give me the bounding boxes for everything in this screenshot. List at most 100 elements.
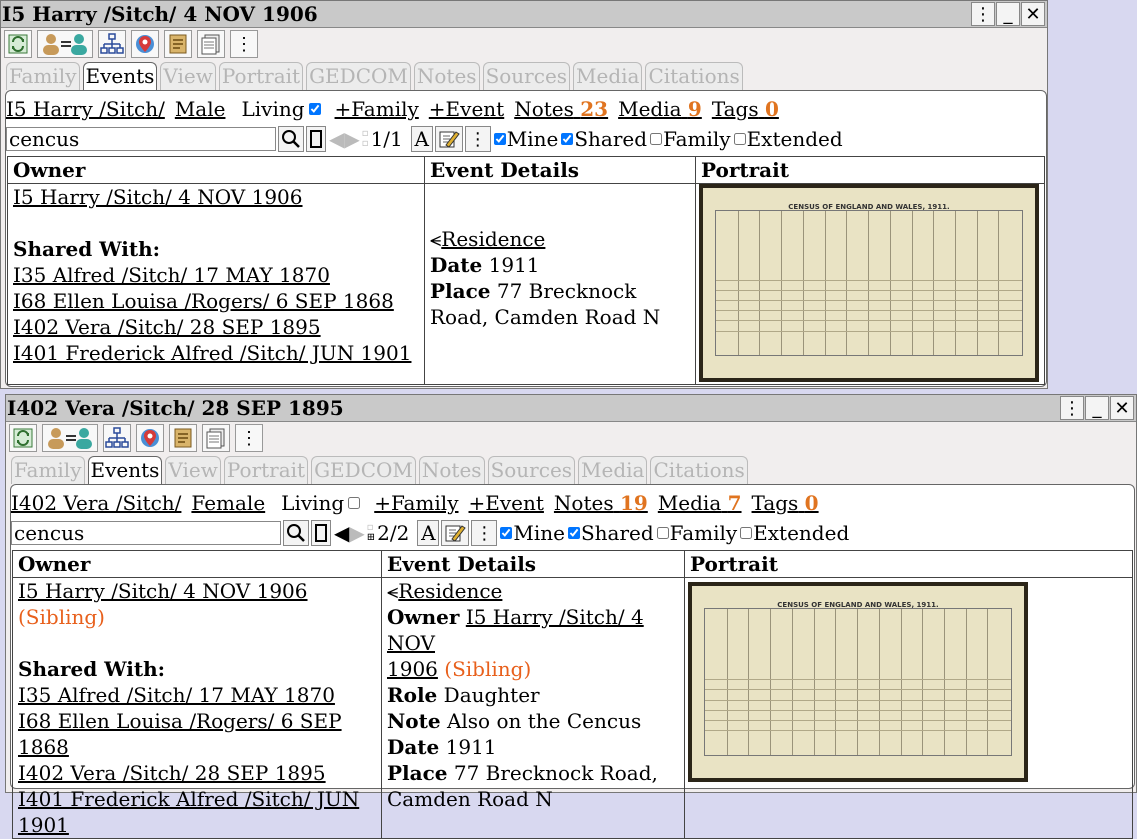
swap-people-icon[interactable] [42,424,98,452]
shared-person-link[interactable]: I35 Alfred /Sitch/ 17 MAY 1870 [18,683,335,707]
shared-person-link[interactable]: I402 Vera /Sitch/ 28 SEP 1895 [18,761,326,785]
extended-checkbox[interactable] [733,133,746,145]
refresh-icon[interactable] [4,30,32,58]
extended-checkbox[interactable] [740,527,753,539]
edit-icon[interactable] [441,520,470,546]
shared-checkbox[interactable] [567,527,580,539]
documents-icon[interactable] [197,30,225,58]
event-type-link[interactable]: Residence [398,579,502,603]
sex-link[interactable]: Female [191,491,265,515]
shared-person-link[interactable]: I401 Frederick Alfred /Sitch/ JUN 1901 [18,787,359,837]
tab-media[interactable]: Media [573,62,643,90]
tab-view[interactable]: View [165,456,221,484]
owner-link[interactable]: I5 Harry /Sitch/ 4 NOV 1906 [13,185,303,209]
search-input[interactable] [11,521,281,545]
shared-person-link[interactable]: I402 Vera /Sitch/ 28 SEP 1895 [13,315,321,339]
living-checkbox[interactable] [308,103,321,115]
notes-scroll-icon[interactable] [169,424,197,452]
tab-gedcom[interactable]: GEDCOM [306,62,411,90]
tab-sources[interactable]: Sources [482,62,571,90]
add-family-link[interactable]: +Family [335,97,419,121]
family-checkbox[interactable] [650,133,663,145]
tags-link[interactable]: Tags 0 [752,491,819,515]
notes-link[interactable]: Notes 23 [514,97,608,121]
stepper-icon[interactable]: ▫ ▫ [362,129,369,149]
event-owner-year-link[interactable]: 1906 [387,657,438,681]
toggle-view-icon[interactable] [306,126,326,152]
tab-portrait[interactable]: Portrait [218,62,304,90]
more-menu-icon[interactable]: ⋮ [235,424,263,452]
documents-icon[interactable] [202,424,230,452]
tags-link[interactable]: Tags 0 [712,97,779,121]
tab-notes[interactable]: Notes [413,62,480,90]
font-button[interactable]: A [410,126,433,152]
filter-shared[interactable]: Shared [561,127,647,151]
font-button[interactable]: A [417,520,440,546]
window-titlebar[interactable]: I5 Harry /Sitch/ 4 NOV 1906 ⋮ _ ✕ [1,1,1047,28]
tab-citations[interactable]: Citations [650,456,748,484]
more-menu-icon[interactable]: ⋮ [230,30,258,58]
tab-notes[interactable]: Notes [418,456,485,484]
tab-sources[interactable]: Sources [487,456,576,484]
tab-media[interactable]: Media [578,456,648,484]
filter-family[interactable]: Family [656,521,737,545]
tab-citations[interactable]: Citations [645,62,743,90]
prev-icon[interactable]: ◀ [334,521,349,545]
filter-mine[interactable]: Mine [500,521,565,545]
tab-view[interactable]: View [160,62,216,90]
tab-portrait[interactable]: Portrait [223,456,309,484]
next-icon[interactable]: ▶ [349,521,364,545]
map-pin-icon[interactable] [136,424,164,452]
close-button[interactable]: ✕ [1021,2,1045,26]
tab-family[interactable]: Family [6,62,80,90]
owner-link[interactable]: I5 Harry /Sitch/ 4 NOV 1906 [18,579,308,603]
media-link[interactable]: Media 7 [658,491,742,515]
shared-person-link[interactable]: I68 Ellen Louisa /Rogers/ 6 SEP 1868 [13,289,394,313]
search-input[interactable] [6,127,276,151]
add-family-link[interactable]: +Family [374,491,458,515]
tab-events[interactable]: Events [82,62,158,92]
minimize-button[interactable]: _ [996,2,1020,26]
swap-people-icon[interactable] [37,30,93,58]
person-link[interactable]: I5 Harry /Sitch/ [6,97,165,121]
person-link[interactable]: I402 Vera /Sitch/ [11,491,181,515]
search-icon[interactable] [283,520,309,546]
toggle-view-icon[interactable] [311,520,331,546]
tree-chart-icon[interactable] [98,30,126,58]
prev-icon[interactable]: ◀ [329,127,344,151]
options-menu-icon[interactable]: ⋮ [471,520,498,546]
tab-events[interactable]: Events [87,456,163,486]
map-pin-icon[interactable] [131,30,159,58]
mine-checkbox[interactable] [493,133,506,145]
filter-shared[interactable]: Shared [567,521,654,545]
mine-checkbox[interactable] [500,527,513,539]
living-checkbox[interactable] [348,497,361,509]
add-event-link[interactable]: +Event [469,491,544,515]
window-menu-button[interactable]: ⋮ [1060,396,1084,420]
tab-gedcom[interactable]: GEDCOM [311,456,416,484]
census-image[interactable]: CENSUS OF ENGLAND AND WALES, 1911. [699,184,1039,382]
refresh-icon[interactable] [9,424,37,452]
add-event-link[interactable]: +Event [429,97,504,121]
census-image[interactable]: CENSUS OF ENGLAND AND WALES, 1911. [688,582,1028,782]
tab-family[interactable]: Family [11,456,85,484]
family-checkbox[interactable] [656,527,669,539]
window-titlebar[interactable]: I402 Vera /Sitch/ 28 SEP 1895 ⋮ _ ✕ [6,395,1136,422]
shared-person-link[interactable]: I401 Frederick Alfred /Sitch/ JUN 1901 [13,341,411,365]
filter-mine[interactable]: Mine [493,127,558,151]
options-menu-icon[interactable]: ⋮ [464,126,491,152]
media-link[interactable]: Media 9 [618,97,702,121]
minimize-button[interactable]: _ [1085,396,1109,420]
event-type-link[interactable]: Residence [441,227,545,251]
sex-link[interactable]: Male [175,97,226,121]
filter-extended[interactable]: Extended [733,127,843,151]
search-icon[interactable] [278,126,304,152]
notes-link[interactable]: Notes 19 [554,491,648,515]
window-menu-button[interactable]: ⋮ [971,2,995,26]
shared-person-link[interactable]: I68 Ellen Louisa /Rogers/ 6 SEP 1868 [18,709,342,759]
notes-scroll-icon[interactable] [164,30,192,58]
next-icon[interactable]: ▶ [344,127,359,151]
edit-icon[interactable] [434,126,463,152]
tree-chart-icon[interactable] [103,424,131,452]
shared-person-link[interactable]: I35 Alfred /Sitch/ 17 MAY 1870 [13,263,330,287]
